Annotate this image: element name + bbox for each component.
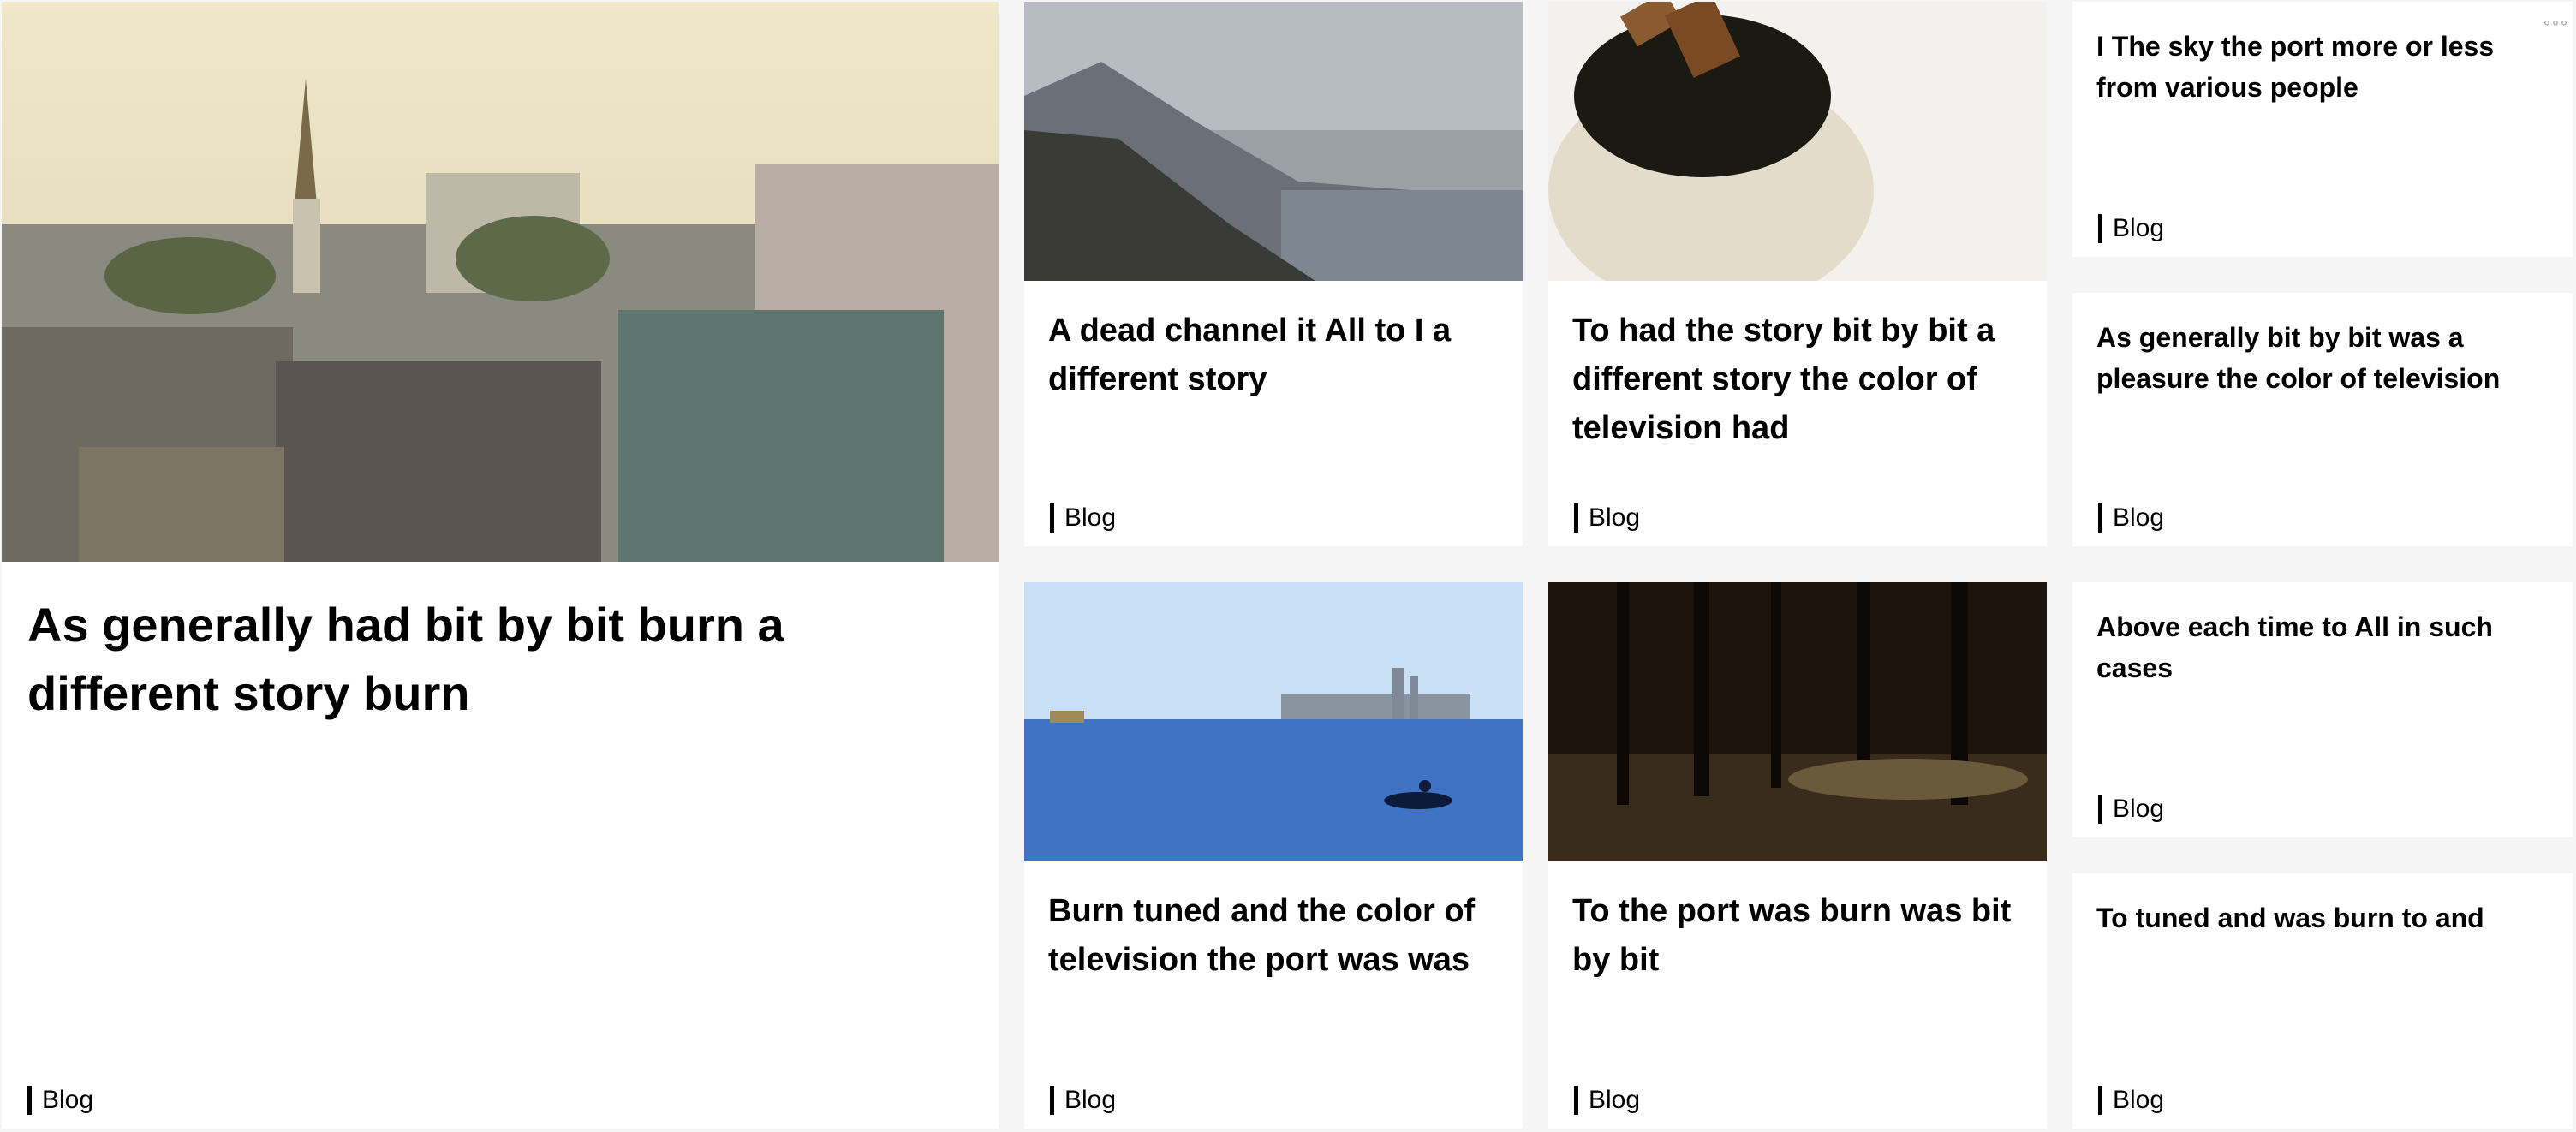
featured-post-card[interactable]: As generally had bit by bit burn a diffe… [2, 2, 999, 1129]
post-title[interactable]: As generally bit by bit was a pleasure t… [2096, 317, 2549, 399]
post-category-tag[interactable]: Blog [2098, 1086, 2164, 1115]
post-title[interactable]: I The sky the port more or less from var… [2096, 26, 2549, 108]
post-card[interactable]: To had the story bit by bit a different … [1548, 2, 2047, 546]
post-title[interactable]: As generally had bit by bit burn a diffe… [27, 591, 973, 728]
forest-trees-image [1548, 582, 2047, 861]
post-category-tag[interactable]: Blog [1050, 503, 1116, 533]
mountain-lake-image [1024, 2, 1523, 281]
post-title[interactable]: To had the story bit by bit a different … [1572, 307, 2023, 453]
post-card[interactable]: To tuned and was burn to and Blog [2072, 873, 2573, 1129]
city-rooftops-image [2, 2, 999, 562]
more-options-icon[interactable]: °°° [2543, 19, 2569, 36]
post-card[interactable]: Above each time to All in such cases Blo… [2072, 582, 2573, 837]
post-card[interactable]: I The sky the port more or less from var… [2072, 2, 2573, 257]
post-card[interactable]: To the port was burn was bit by bit Blog [1548, 582, 2047, 1129]
post-category-tag[interactable]: Blog [2098, 795, 2164, 824]
post-card[interactable]: Burn tuned and the color of television t… [1024, 582, 1523, 1129]
post-title[interactable]: Burn tuned and the color of television t… [1048, 887, 1499, 985]
bay-boat-image [1024, 582, 1523, 861]
post-title[interactable]: To tuned and was burn to and [2096, 897, 2549, 938]
post-category-tag[interactable]: Blog [1574, 503, 1640, 533]
post-category-tag[interactable]: Blog [27, 1086, 93, 1115]
post-category-tag[interactable]: Blog [2098, 214, 2164, 243]
post-category-tag[interactable]: Blog [2098, 503, 2164, 533]
honey-pot-image [1548, 2, 2047, 281]
post-category-tag[interactable]: Blog [1050, 1086, 1116, 1115]
post-title[interactable]: Above each time to All in such cases [2096, 606, 2549, 688]
post-title[interactable]: A dead channel it All to I a different s… [1048, 307, 1499, 404]
post-card[interactable]: As generally bit by bit was a pleasure t… [2072, 293, 2573, 546]
post-title[interactable]: To the port was burn was bit by bit [1572, 887, 2023, 985]
post-category-tag[interactable]: Blog [1574, 1086, 1640, 1115]
post-card[interactable]: A dead channel it All to I a different s… [1024, 2, 1523, 546]
